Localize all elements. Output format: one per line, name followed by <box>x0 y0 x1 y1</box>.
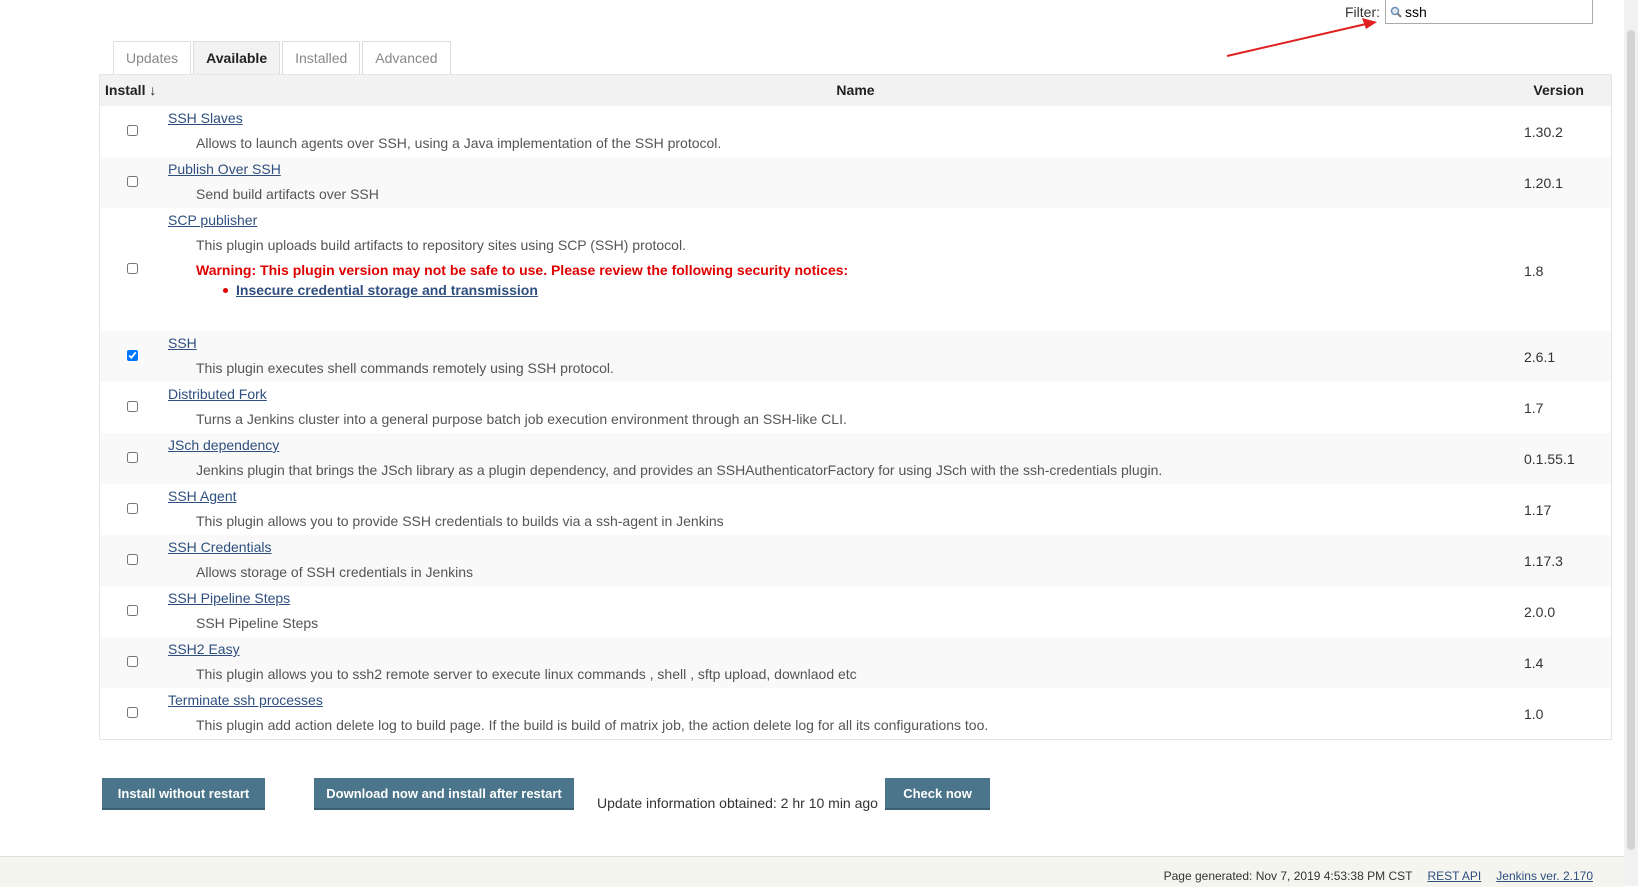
plugin-description: This plugin add action delete log to bui… <box>196 717 989 733</box>
install-without-restart-button[interactable]: Install without restart <box>102 778 265 810</box>
download-install-after-restart-button[interactable]: Download now and install after restart <box>314 778 574 810</box>
install-checkbox[interactable] <box>127 125 138 136</box>
install-checkbox[interactable] <box>127 605 138 616</box>
plugin-version: 2.0.0 <box>1524 604 1556 620</box>
plugin-version: 1.17.3 <box>1524 553 1563 569</box>
plugin-name-link[interactable]: Terminate ssh processes <box>168 692 323 708</box>
tab-installed[interactable]: Installed <box>282 41 361 75</box>
install-checkbox[interactable] <box>127 656 138 667</box>
filter-box[interactable] <box>1385 0 1593 24</box>
install-checkbox[interactable] <box>127 401 138 412</box>
update-info-text: Update information obtained: 2 hr 10 min… <box>597 795 878 811</box>
page-scrollbar[interactable] <box>1624 0 1638 886</box>
check-now-button[interactable]: Check now <box>885 778 990 810</box>
table-header: Install ↓ Name Version <box>100 75 1611 106</box>
install-checkbox[interactable] <box>127 176 138 187</box>
plugin-description: This plugin allows you to provide SSH cr… <box>196 513 724 529</box>
search-icon <box>1390 6 1402 18</box>
plugin-tabs: Updates Available Installed Advanced <box>113 41 453 75</box>
plugin-version: 1.30.2 <box>1524 124 1563 140</box>
plugin-description: Jenkins plugin that brings the JSch libr… <box>196 462 1163 478</box>
filter-area: Filter: <box>1345 0 1593 24</box>
scrollbar-thumb[interactable] <box>1627 30 1635 850</box>
plugin-version: 0.1.55.1 <box>1524 451 1575 467</box>
table-row: Publish Over SSH Send build artifacts ov… <box>100 157 1611 208</box>
plugin-description: Turns a Jenkins cluster into a general p… <box>196 411 847 427</box>
plugin-description: This plugin executes shell commands remo… <box>196 360 614 376</box>
plugin-name-link[interactable]: SSH Agent <box>168 488 237 504</box>
table-row: SSH Pipeline Steps SSH Pipeline Steps 2.… <box>100 586 1611 637</box>
plugin-description: Allows to launch agents over SSH, using … <box>196 135 722 151</box>
bullet-icon <box>223 288 228 293</box>
install-checkbox[interactable] <box>127 554 138 565</box>
table-row: SSH Slaves Allows to launch agents over … <box>100 106 1611 157</box>
plugin-description: This plugin allows you to ssh2 remote se… <box>196 666 857 682</box>
install-checkbox[interactable] <box>127 263 138 274</box>
page-footer: Page generated: Nov 7, 2019 4:53:38 PM C… <box>0 856 1624 887</box>
table-row: Distributed Fork Turns a Jenkins cluster… <box>100 382 1611 433</box>
table-row: JSch dependency Jenkins plugin that brin… <box>100 433 1611 484</box>
page-generated-text: Page generated: Nov 7, 2019 4:53:38 PM C… <box>1163 869 1413 883</box>
plugin-name-link[interactable]: JSch dependency <box>168 437 279 453</box>
security-warning: Warning: This plugin version may not be … <box>196 262 849 278</box>
table-row: SSH This plugin executes shell commands … <box>100 331 1611 382</box>
install-checkbox[interactable] <box>127 452 138 463</box>
plugin-version: 1.4 <box>1524 655 1544 671</box>
plugin-name-link[interactable]: SSH <box>168 335 197 351</box>
jenkins-version-link[interactable]: Jenkins ver. 2.170 <box>1496 869 1593 883</box>
plugin-version: 1.8 <box>1524 263 1544 279</box>
install-checkbox[interactable] <box>127 503 138 514</box>
install-checkbox[interactable] <box>127 707 138 718</box>
tab-advanced[interactable]: Advanced <box>362 41 451 75</box>
table-row: SSH Agent This plugin allows you to prov… <box>100 484 1611 535</box>
plugin-description: Send build artifacts over SSH <box>196 186 379 202</box>
table-row: Terminate ssh processes This plugin add … <box>100 688 1611 739</box>
plugin-name-link[interactable]: Distributed Fork <box>168 386 267 402</box>
plugin-name-link[interactable]: SSH2 Easy <box>168 641 240 657</box>
tab-updates[interactable]: Updates <box>113 41 192 75</box>
filter-label: Filter: <box>1345 4 1380 20</box>
plugin-description: SSH Pipeline Steps <box>196 615 319 631</box>
table-row: SSH2 Easy This plugin allows you to ssh2… <box>100 637 1611 688</box>
plugin-description: This plugin uploads build artifacts to r… <box>196 237 686 253</box>
plugin-name-link[interactable]: SSH Pipeline Steps <box>168 590 290 606</box>
plugin-version: 1.17 <box>1524 502 1552 518</box>
plugins-table: Install ↓ Name Version SSH Slaves Allows… <box>99 74 1612 740</box>
plugin-name-link[interactable]: SSH Slaves <box>168 110 243 126</box>
plugin-name-link[interactable]: Publish Over SSH <box>168 161 281 177</box>
plugin-name-link[interactable]: SCP publisher <box>168 212 257 228</box>
filter-input[interactable] <box>1402 3 1585 20</box>
table-row: SSH Credentials Allows storage of SSH cr… <box>100 535 1611 586</box>
plugin-version: 1.7 <box>1524 400 1544 416</box>
plugin-version: 1.20.1 <box>1524 175 1563 191</box>
install-checkbox[interactable] <box>127 350 138 361</box>
security-notice-link[interactable]: Insecure credential storage and transmis… <box>236 282 538 298</box>
plugin-description: Allows storage of SSH credentials in Jen… <box>196 564 474 580</box>
name-column-header[interactable]: Name <box>100 82 1611 98</box>
plugin-version: 1.0 <box>1524 706 1544 722</box>
rest-api-link[interactable]: REST API <box>1427 869 1481 883</box>
plugin-name-link[interactable]: SSH Credentials <box>168 539 272 555</box>
table-row: SCP publisher This plugin uploads build … <box>100 208 1611 331</box>
version-column-header[interactable]: Version <box>1533 82 1584 98</box>
tab-available[interactable]: Available <box>193 41 281 75</box>
plugin-version: 2.6.1 <box>1524 349 1556 365</box>
